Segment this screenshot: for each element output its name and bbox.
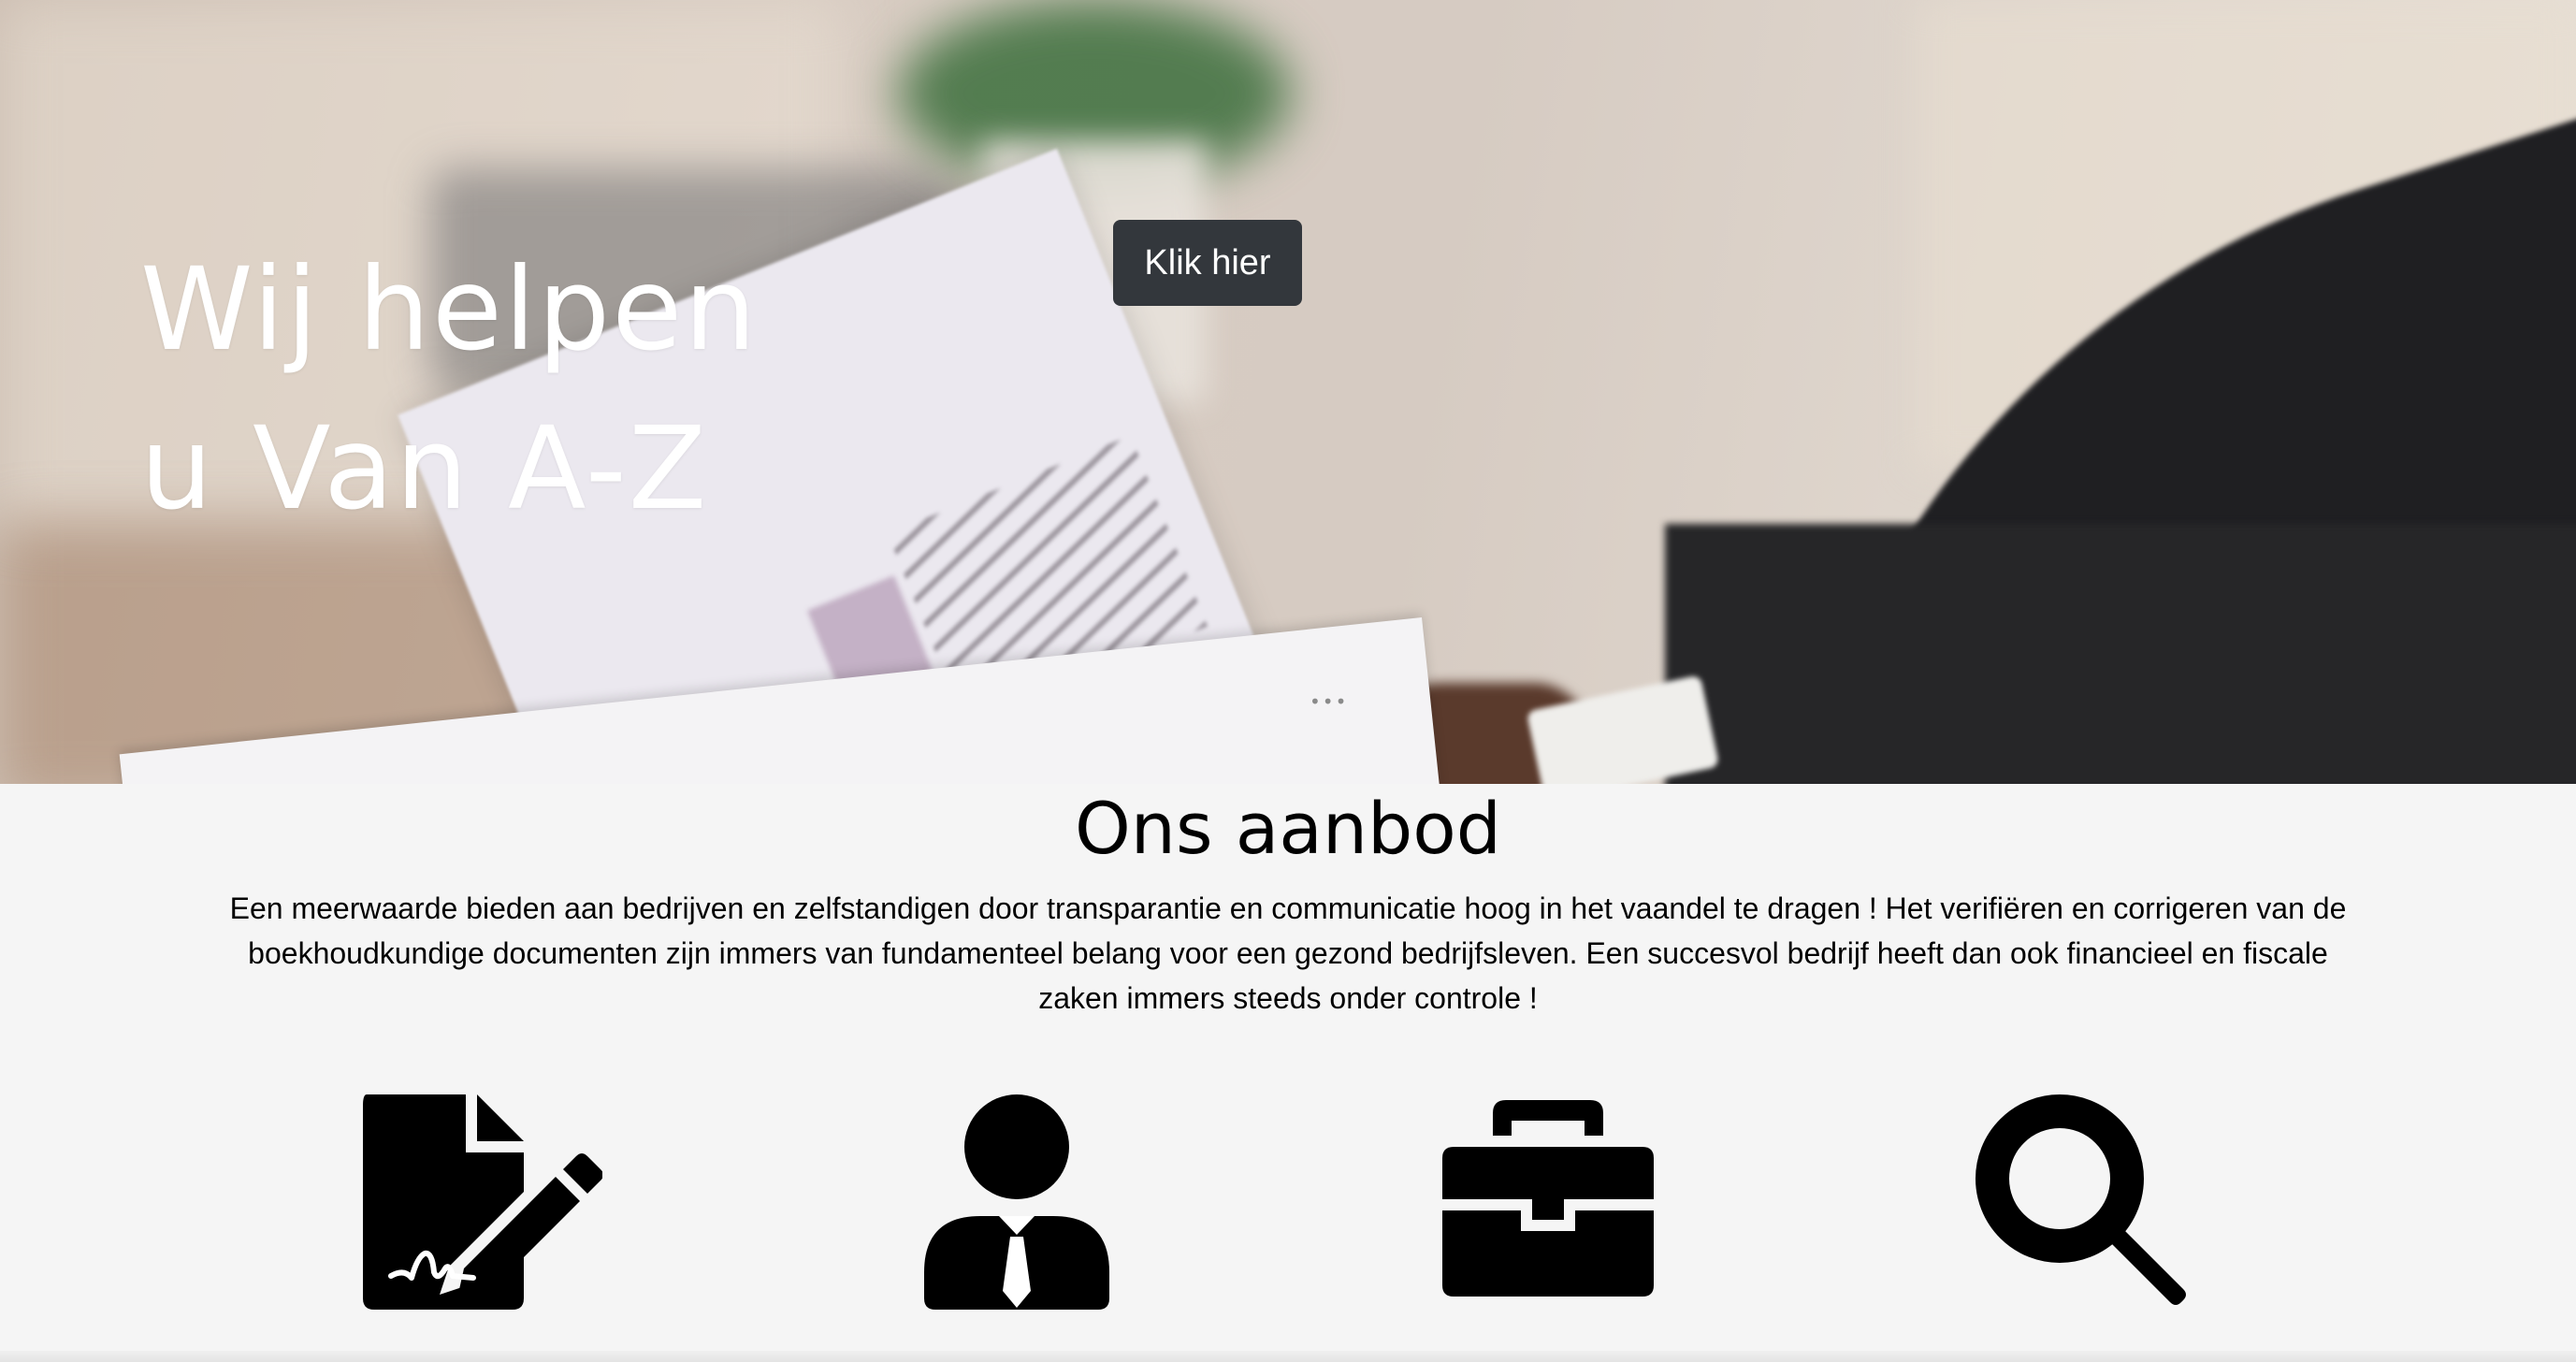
klik-hier-button[interactable]: Klik hier bbox=[1113, 220, 1302, 306]
file-signature-icon bbox=[363, 1094, 602, 1310]
page-bottom-edge bbox=[0, 1351, 2576, 1362]
search-icon bbox=[1975, 1094, 2186, 1305]
hero-title-line-2: u Van A-Z bbox=[140, 402, 709, 535]
service-business[interactable] bbox=[1442, 1094, 1654, 1297]
service-advice[interactable] bbox=[924, 1094, 1109, 1310]
hero-title-line-1: Wij helpen bbox=[140, 243, 759, 376]
hero-background-paper-dots: ••• bbox=[1310, 690, 1349, 713]
briefcase-icon bbox=[1442, 1100, 1654, 1297]
user-tie-icon bbox=[924, 1094, 1109, 1310]
section-title: Ons aanbod bbox=[1074, 787, 1502, 870]
service-audit[interactable] bbox=[1975, 1094, 2191, 1310]
hero-title: Wij helpen u Van A-Z bbox=[140, 230, 759, 548]
hero-banner: ••• Wij helpen u Van A-Z Klik hier bbox=[0, 0, 2576, 784]
section-description: Een meerwaarde bieden aan bedrijven en z… bbox=[229, 891, 2347, 1015]
hero-background-sleeve bbox=[1665, 524, 2576, 784]
service-accounting[interactable] bbox=[363, 1094, 602, 1310]
